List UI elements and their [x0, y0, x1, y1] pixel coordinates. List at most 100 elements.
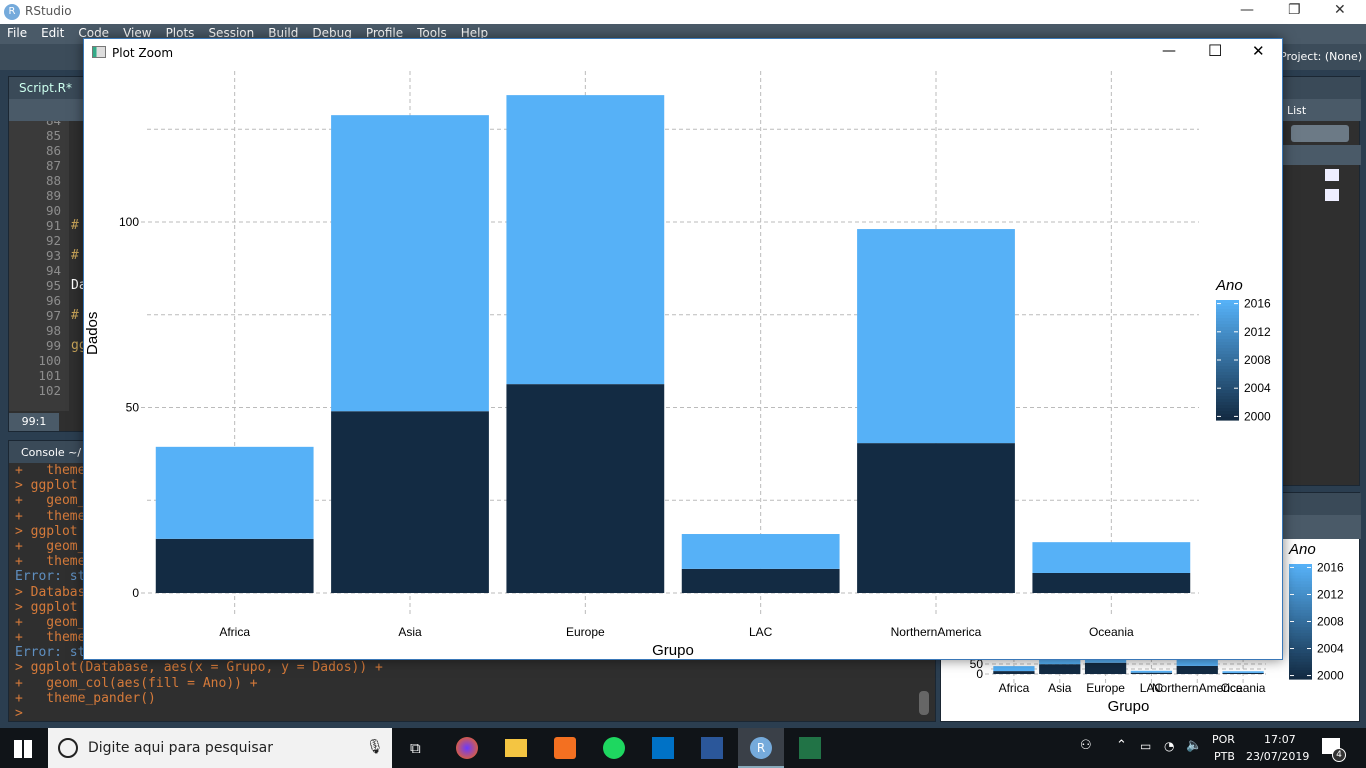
clock-time[interactable]: 17:07 [1264, 733, 1296, 746]
microphone-icon[interactable]: 🎙 [366, 739, 384, 755]
window-title: RStudio [25, 4, 72, 18]
cursor-position: 99:1 [9, 413, 59, 431]
x-tick-label: LAC [749, 625, 773, 639]
bar-segment [1032, 572, 1191, 593]
file-explorer-icon[interactable] [505, 739, 527, 757]
line-number: 88 [45, 173, 61, 188]
line-number: 98 [45, 323, 61, 338]
tab-console[interactable]: Console ~/ [21, 446, 81, 459]
bar-segment [1222, 672, 1264, 674]
environment-search[interactable] [1291, 125, 1349, 142]
close-button[interactable]: ✕ [1334, 2, 1346, 18]
chevron-up-icon[interactable]: ⌃ [1116, 738, 1127, 753]
line-number: 92 [45, 233, 61, 248]
x-tick-label: Europe [566, 625, 605, 639]
legend-label: 2016 [1244, 297, 1271, 311]
console-line: > [15, 706, 31, 721]
line-number: 85 [45, 128, 61, 143]
table-icon[interactable] [1325, 169, 1339, 181]
bar-segment [506, 384, 665, 593]
legend-label: 2008 [1317, 615, 1344, 629]
title-bar: R RStudio — ❐ ✕ [0, 0, 1366, 24]
legend-label: 2012 [1317, 587, 1344, 601]
bar-segment [1130, 670, 1173, 673]
view-list-dropdown[interactable]: List [1287, 104, 1306, 117]
excel-icon[interactable] [799, 737, 821, 759]
bar-segment [506, 95, 665, 385]
keyboard-layout[interactable]: PTB [1214, 750, 1235, 763]
task-view-icon[interactable]: ⧉ [410, 739, 421, 757]
y-axis-title: Dados [84, 312, 101, 355]
bar-segment [1084, 662, 1127, 674]
line-gutter: 8485868788899091929394959697989910010110… [9, 121, 69, 411]
bar-segment [681, 568, 840, 593]
console-line: + theme_pander() [15, 690, 156, 706]
wifi-icon[interactable]: ◔ [1164, 739, 1174, 753]
rstudio-taskbar-button[interactable]: R [738, 728, 784, 768]
line-number: 97 [45, 308, 61, 323]
bar-segment [993, 666, 1035, 672]
line-number: 94 [45, 263, 61, 278]
legend-label: 2004 [1244, 381, 1271, 395]
tab-script[interactable]: Script.R* [19, 81, 72, 95]
line-number: 95 [45, 278, 61, 293]
x-tick-label: Asia [398, 625, 422, 639]
line-number: 99 [45, 338, 61, 353]
legend-gradient [1289, 676, 1312, 680]
legend-label: 2016 [1317, 560, 1344, 574]
language-code[interactable]: POR [1212, 733, 1235, 746]
legend-label: 2000 [1317, 669, 1344, 683]
clock-date[interactable]: 23/07/2019 [1246, 750, 1309, 763]
line-number: 90 [45, 203, 61, 218]
minimize-button[interactable]: — [1240, 2, 1254, 18]
word-icon[interactable] [701, 737, 723, 759]
line-number: 86 [45, 143, 61, 158]
taskbar: Digite aqui para pesquisar 🎙 ⧉ R ⚇ ⌃ ▭ ◔… [0, 728, 1366, 768]
notification-count: 4 [1332, 748, 1346, 762]
console-line: > ggplot(Database, aes(x = Grupo, y = Da… [15, 660, 383, 676]
bar-segment [857, 229, 1015, 444]
legend-title: Ano [1215, 277, 1243, 294]
line-number: 101 [38, 368, 61, 383]
outlook-icon[interactable] [652, 737, 674, 759]
x-tick-label: Africa [999, 681, 1030, 695]
firefox-icon[interactable] [456, 737, 478, 759]
console-scrollbar[interactable] [919, 691, 929, 715]
rstudio-logo-icon: R [4, 4, 20, 20]
spotify-icon[interactable] [603, 737, 625, 759]
bar-segment [331, 411, 489, 593]
line-number: 102 [38, 383, 61, 398]
windows-start-icon[interactable] [14, 740, 32, 758]
menu-file[interactable]: File [0, 24, 34, 44]
battery-icon[interactable]: ▭ [1140, 739, 1151, 753]
x-tick-label: Oceania [1221, 681, 1266, 695]
line-number: 89 [45, 188, 61, 203]
plot-zoom-window: Plot Zoom — ☐ ✕ 0 50 100 Africa Asia Europe LA… [83, 38, 1283, 660]
bar-segment [1130, 672, 1173, 674]
volume-icon[interactable]: 🔈 [1186, 738, 1202, 753]
line-number: 84 [9, 121, 69, 128]
project-menu[interactable]: Project: (None) [1280, 50, 1362, 63]
pdf-app-icon[interactable] [554, 737, 576, 759]
menu-edit[interactable]: Edit [34, 24, 71, 44]
x-axis-title: Grupo [1108, 698, 1150, 715]
maximize-button[interactable]: ❐ [1288, 2, 1301, 18]
legend-label: 2008 [1244, 353, 1271, 367]
people-icon[interactable]: ⚇ [1080, 738, 1092, 753]
line-number: 96 [45, 293, 61, 308]
bar-segment [1176, 665, 1218, 674]
taskbar-search[interactable]: Digite aqui para pesquisar 🎙 [48, 728, 392, 768]
x-tick-label: Oceania [1089, 625, 1134, 639]
legend-gradient [1216, 417, 1239, 421]
x-axis-title: Grupo [652, 642, 694, 659]
console-line: + geom_col(aes(fill = Ano)) + [15, 675, 258, 691]
search-icon [58, 738, 78, 758]
y-tick-label: 0 [132, 586, 139, 600]
legend-title: Ano [1288, 541, 1316, 558]
line-number: 100 [38, 353, 61, 368]
rstudio-icon: R [750, 737, 772, 759]
bar-segment [857, 443, 1015, 593]
legend-label: 2004 [1317, 642, 1344, 656]
table-icon[interactable] [1325, 189, 1339, 201]
bar-segment [1032, 542, 1191, 573]
